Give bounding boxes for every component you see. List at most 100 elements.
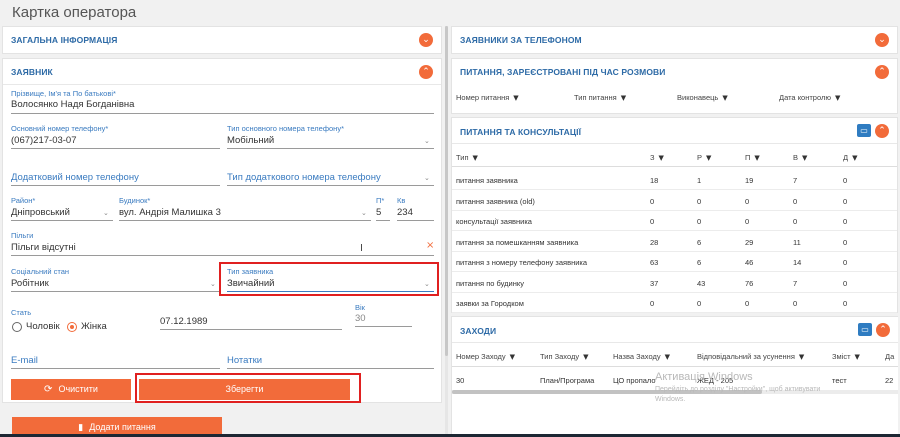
col-d[interactable]: Д ▼ — [843, 153, 857, 162]
col-control-date[interactable]: Дата контролю ▼ — [779, 93, 840, 102]
callers-header[interactable]: ЗАЯВНИКИ ЗА ТЕЛЕФОНОМ ⌄ — [452, 27, 897, 53]
chevron-down-icon[interactable]: ⌄ — [103, 209, 109, 217]
chevron-up-icon[interactable]: ⌃ — [876, 323, 890, 337]
col-p[interactable]: П ▼ — [745, 153, 760, 162]
consult-cell: 0 — [697, 299, 702, 308]
clear-button[interactable]: ⟳ Очистити — [11, 379, 131, 400]
highlight-applicant-type — [219, 262, 439, 296]
phone-type-select[interactable]: Мобільний — [227, 135, 274, 146]
chevron-down-icon[interactable]: ⌄ — [210, 280, 216, 288]
entrance-field[interactable]: 5 — [376, 207, 381, 218]
table-row-divider — [452, 271, 897, 272]
filter-icon: ▼ — [620, 94, 627, 102]
header-divider — [452, 166, 897, 167]
benefits-label: Пільги — [11, 231, 34, 240]
col-question-number[interactable]: Номер питання ▼ — [456, 93, 519, 102]
name-label: Прізвище, Ім'я та По батькові* — [11, 89, 116, 98]
export-icon[interactable]: ▭ — [858, 323, 872, 336]
chevron-down-icon[interactable]: ⌄ — [424, 174, 430, 182]
birth-date-field[interactable]: 07.12.1989 — [160, 316, 208, 327]
table-row-divider — [452, 209, 897, 211]
filter-icon: ▼ — [664, 353, 670, 361]
col-z[interactable]: З ▼ — [650, 153, 664, 162]
email-input[interactable]: E-mail — [11, 355, 38, 366]
event-cell-number: 30 — [456, 376, 465, 385]
filter-icon: ▼ — [658, 154, 664, 162]
watermark-line1: Перейдіть до розділу "Настройки", щоб ак… — [655, 386, 821, 393]
events-header[interactable]: ЗАХОДИ ▭ ⌃ — [452, 317, 898, 343]
events-title: ЗАХОДИ — [460, 326, 497, 336]
consult-row-label: заявки за Городком — [456, 299, 524, 308]
col-type[interactable]: Тип ▼ — [456, 153, 478, 162]
phone-field[interactable]: (067)217-03-07 — [11, 135, 77, 146]
district-underline — [11, 220, 113, 221]
filter-icon: ▼ — [802, 154, 808, 162]
applicant-header[interactable]: ЗАЯВНИК ⌃ — [3, 59, 441, 85]
district-select[interactable]: Дніпровський — [11, 207, 70, 218]
clear-button-label: Очистити — [58, 384, 98, 394]
consult-header[interactable]: ПИТАННЯ ТА КОНСУЛЬТАЦІЇ ▭ ⌃ — [452, 118, 897, 144]
building-select[interactable]: вул. Андрія Малишка 3 — [119, 207, 221, 218]
col-v[interactable]: В ▼ — [793, 153, 807, 162]
event-cell-type: План/Програма — [540, 376, 595, 385]
chevron-down-icon[interactable]: ⌄ — [424, 137, 430, 145]
social-select[interactable]: Робітник — [11, 278, 49, 289]
highlight-save — [135, 373, 361, 403]
extra-phone-underline — [11, 185, 220, 186]
chevron-up-icon[interactable]: ⌃ — [875, 65, 889, 79]
notes-input[interactable]: Нотатки — [227, 355, 262, 366]
scrollbar-thumb[interactable] — [445, 26, 448, 356]
extra-phone-type-select[interactable]: Тип додаткового номера телефону — [227, 172, 381, 183]
phone-label: Основний номер телефону* — [11, 124, 109, 133]
export-icon[interactable]: ▭ — [857, 124, 871, 137]
col-event-type[interactable]: Тип Заходу ▼ — [540, 352, 588, 361]
consult-cell: 0 — [843, 217, 848, 226]
consult-cell: 14 — [793, 258, 802, 267]
clear-icon[interactable]: × — [426, 240, 434, 251]
apartment-field[interactable]: 234 — [397, 207, 413, 218]
col-date[interactable]: Да — [885, 352, 894, 361]
chevron-up-icon[interactable]: ⌃ — [419, 65, 433, 79]
col-question-type[interactable]: Тип питання ▼ — [574, 93, 626, 102]
refresh-icon: ⟳ — [44, 384, 53, 395]
questions-header[interactable]: ПИТАННЯ, ЗАРЕЄСТРОВАНІ ПІД ЧАС РОЗМОВИ ⌃ — [452, 59, 897, 85]
col-content[interactable]: Зміст ▼ — [832, 352, 860, 361]
female-radio[interactable] — [67, 322, 77, 332]
general-info-header[interactable]: ЗАГАЛЬНА ІНФОРМАЦІЯ ⌄ — [3, 27, 441, 53]
chevron-up-icon[interactable]: ⌃ — [875, 124, 889, 138]
consult-cell: 0 — [843, 176, 848, 185]
filter-icon: ▼ — [798, 353, 805, 361]
filter-icon: ▼ — [834, 94, 841, 102]
chevron-down-icon[interactable]: ⌄ — [875, 33, 889, 47]
chevron-down-icon[interactable]: ⌄ — [419, 33, 433, 47]
col-r[interactable]: Р ▼ — [697, 153, 711, 162]
consult-cell: 0 — [745, 217, 750, 226]
consult-cell: 0 — [697, 217, 702, 226]
watermark-line2: Windows. — [655, 396, 686, 403]
consult-cell: 63 — [650, 258, 659, 267]
age-label: Вік — [355, 303, 365, 312]
filter-icon: ▼ — [852, 154, 858, 162]
district-label: Район* — [11, 196, 36, 205]
filter-icon: ▼ — [706, 154, 712, 162]
phone-underline — [11, 148, 220, 149]
col-event-number[interactable]: Номер Заходу ▼ — [456, 352, 515, 361]
col-event-name[interactable]: Назва Заходу ▼ — [613, 352, 670, 361]
event-cell-date: 22 — [885, 376, 894, 385]
male-radio[interactable] — [12, 322, 22, 332]
text-cursor-icon: I — [360, 243, 363, 254]
chevron-down-icon[interactable]: ⌄ — [361, 209, 367, 217]
watermark-title: Активація Windows — [655, 371, 753, 383]
consult-cell: 0 — [843, 258, 848, 267]
col-responsible[interactable]: Відповідальний за усунення ▼ — [697, 352, 804, 361]
entrance-label: П* — [376, 196, 385, 205]
name-field[interactable]: Волосянко Надя Богданівна — [11, 99, 134, 110]
extra-phone-input[interactable]: Додатковий номер телефону — [11, 172, 139, 183]
consult-row-label: питання заявника (old) — [456, 196, 535, 206]
col-executor[interactable]: Виконавець ▼ — [677, 93, 728, 102]
benefits-select[interactable]: Пільги відсутні — [11, 242, 76, 253]
email-underline — [11, 368, 220, 369]
consult-cell: 28 — [650, 237, 659, 247]
social-underline — [11, 291, 220, 292]
age-underline — [355, 326, 412, 327]
